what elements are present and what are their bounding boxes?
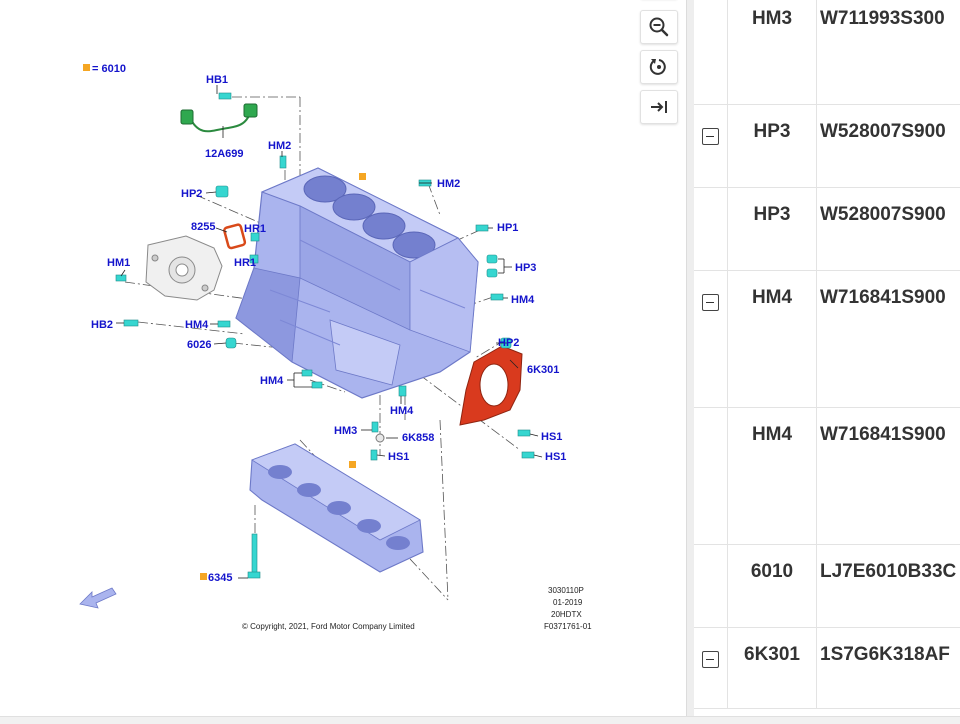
- ref-cell: 6010: [728, 545, 817, 627]
- reset-button[interactable]: [640, 50, 678, 84]
- direction-arrow-icon: [79, 587, 117, 609]
- row-toggle-cell: [694, 271, 728, 407]
- row-toggle-cell: [694, 408, 728, 544]
- part-number: 1S7G6K318AF: [820, 644, 950, 665]
- info-line: 3030110P: [548, 586, 584, 595]
- label-hp2[interactable]: HP2: [498, 337, 519, 349]
- ref-cell: HM4: [728, 271, 817, 407]
- label-hm2[interactable]: HM2: [268, 140, 291, 152]
- part-number: W528007S900: [820, 204, 946, 225]
- label-hp3[interactable]: HP3: [515, 262, 536, 274]
- ref-cell: HM4: [728, 408, 817, 544]
- label-hm2[interactable]: HM2: [437, 178, 460, 190]
- ref-code: 6K301: [744, 644, 800, 665]
- label-hs1[interactable]: HS1: [541, 431, 562, 443]
- ref-code: HP3: [753, 121, 791, 142]
- zoom-out-button[interactable]: [640, 10, 678, 44]
- label-hm4[interactable]: HM4: [185, 319, 209, 331]
- label-hb2[interactable]: HB2: [91, 319, 113, 331]
- engine-block: [235, 167, 479, 399]
- label-hm1[interactable]: HM1: [107, 257, 130, 269]
- label-hp2[interactable]: HP2: [181, 188, 202, 200]
- collapse-minus-icon[interactable]: [702, 128, 719, 145]
- ref-code: HM4: [751, 424, 793, 445]
- ref-code: HM3: [751, 8, 793, 29]
- reset-icon: [649, 59, 666, 75]
- bearing-ladder: [249, 443, 424, 573]
- ref-cell: HM3: [728, 0, 817, 104]
- marker-square: [200, 573, 207, 580]
- parts-row[interactable]: 6010 LJ7E6010B33C: [694, 545, 960, 628]
- parts-row[interactable]: HM3 W711993S300: [694, 0, 960, 105]
- info-line: 20HDTX: [551, 610, 582, 619]
- label-hr1[interactable]: HR1: [234, 257, 256, 269]
- label-hp1[interactable]: HP1: [497, 222, 518, 234]
- exploded-parts-diagram: = 6010 HB1 12A699 HM2 HM2 HP2 8255 HR1 H…: [79, 63, 592, 631]
- info-line: F0371761-01: [544, 622, 592, 631]
- row-toggle-cell: [694, 545, 728, 627]
- part-number: W716841S900: [820, 424, 946, 445]
- collapse-minus-icon[interactable]: [702, 651, 719, 668]
- marker-square: [359, 173, 366, 180]
- collapse-panel-button[interactable]: [640, 90, 678, 124]
- row-toggle-cell: [694, 105, 728, 187]
- plug-6k858: [375, 433, 385, 443]
- label-hm3[interactable]: HM3: [334, 425, 357, 437]
- oil-pump-housing: [145, 235, 223, 301]
- label-hm4[interactable]: HM4: [260, 375, 284, 387]
- row-toggle-cell: [694, 628, 728, 708]
- collapse-minus-icon[interactable]: [702, 294, 719, 311]
- copyright: © Copyright, 2021, Ford Motor Company Li…: [242, 622, 415, 631]
- bolt-6345: [247, 533, 261, 579]
- knock-sensor-12a699: [180, 103, 258, 133]
- ref-cell: HP3: [728, 188, 817, 270]
- parts-row[interactable]: HM4 W716841S900: [694, 408, 960, 545]
- diagram-pane[interactable]: = 6010 HB1 12A699 HM2 HM2 HP2 8255 HR1 H…: [0, 0, 686, 723]
- marker-square: [349, 461, 356, 468]
- row-toggle-cell: [694, 0, 728, 104]
- row-toggle-cell: [694, 188, 728, 270]
- zoom-out-icon: [649, 17, 669, 37]
- part-number: W528007S900: [820, 121, 946, 142]
- label-6026[interactable]: 6026: [187, 339, 211, 351]
- label-8255[interactable]: 8255: [191, 221, 215, 233]
- ref-code: 6010: [750, 561, 794, 582]
- part-number: W711993S300: [820, 8, 945, 29]
- part-number: LJ7E6010B33C: [820, 561, 957, 582]
- parts-list-pane: HM3 W711993S300 HP3 W528007S900 HP3 W528007S9…: [694, 0, 960, 723]
- collapse-right-icon: [651, 101, 667, 113]
- legend-marker: [83, 64, 90, 71]
- label-12a699[interactable]: 12A699: [205, 148, 244, 160]
- seal-ring-8255: [223, 223, 247, 250]
- ref-cell: 6K301: [728, 628, 817, 708]
- rear-main-seal-6k301: [459, 345, 523, 426]
- ref-cell: HP3: [728, 105, 817, 187]
- parts-row[interactable]: HM4 W716841S900: [694, 271, 960, 408]
- label-6k858[interactable]: 6K858: [402, 432, 434, 444]
- parts-row[interactable]: HP3 W528007S900: [694, 105, 960, 188]
- label-hb1[interactable]: HB1: [206, 74, 228, 86]
- label-hm4[interactable]: HM4: [511, 294, 535, 306]
- label-6k301[interactable]: 6K301: [527, 364, 559, 376]
- label-hm4[interactable]: HM4: [390, 405, 414, 417]
- ref-code: HM4: [751, 287, 793, 308]
- label-hr1[interactable]: HR1: [244, 223, 266, 235]
- parts-row[interactable]: 6K301 1S7G6K318AF: [694, 628, 960, 709]
- info-line: 01-2019: [553, 598, 583, 607]
- parts-table: HM3 W711993S300 HP3 W528007S900 HP3 W528007S9…: [694, 0, 960, 709]
- label-hs1[interactable]: HS1: [388, 451, 409, 463]
- ref-code: HP3: [753, 204, 791, 225]
- part-number: W716841S900: [820, 287, 946, 308]
- parts-row[interactable]: HP3 W528007S900: [694, 188, 960, 271]
- legend-label: = 6010: [92, 63, 126, 75]
- label-6345[interactable]: 6345: [208, 572, 232, 584]
- label-hs1[interactable]: HS1: [545, 451, 566, 463]
